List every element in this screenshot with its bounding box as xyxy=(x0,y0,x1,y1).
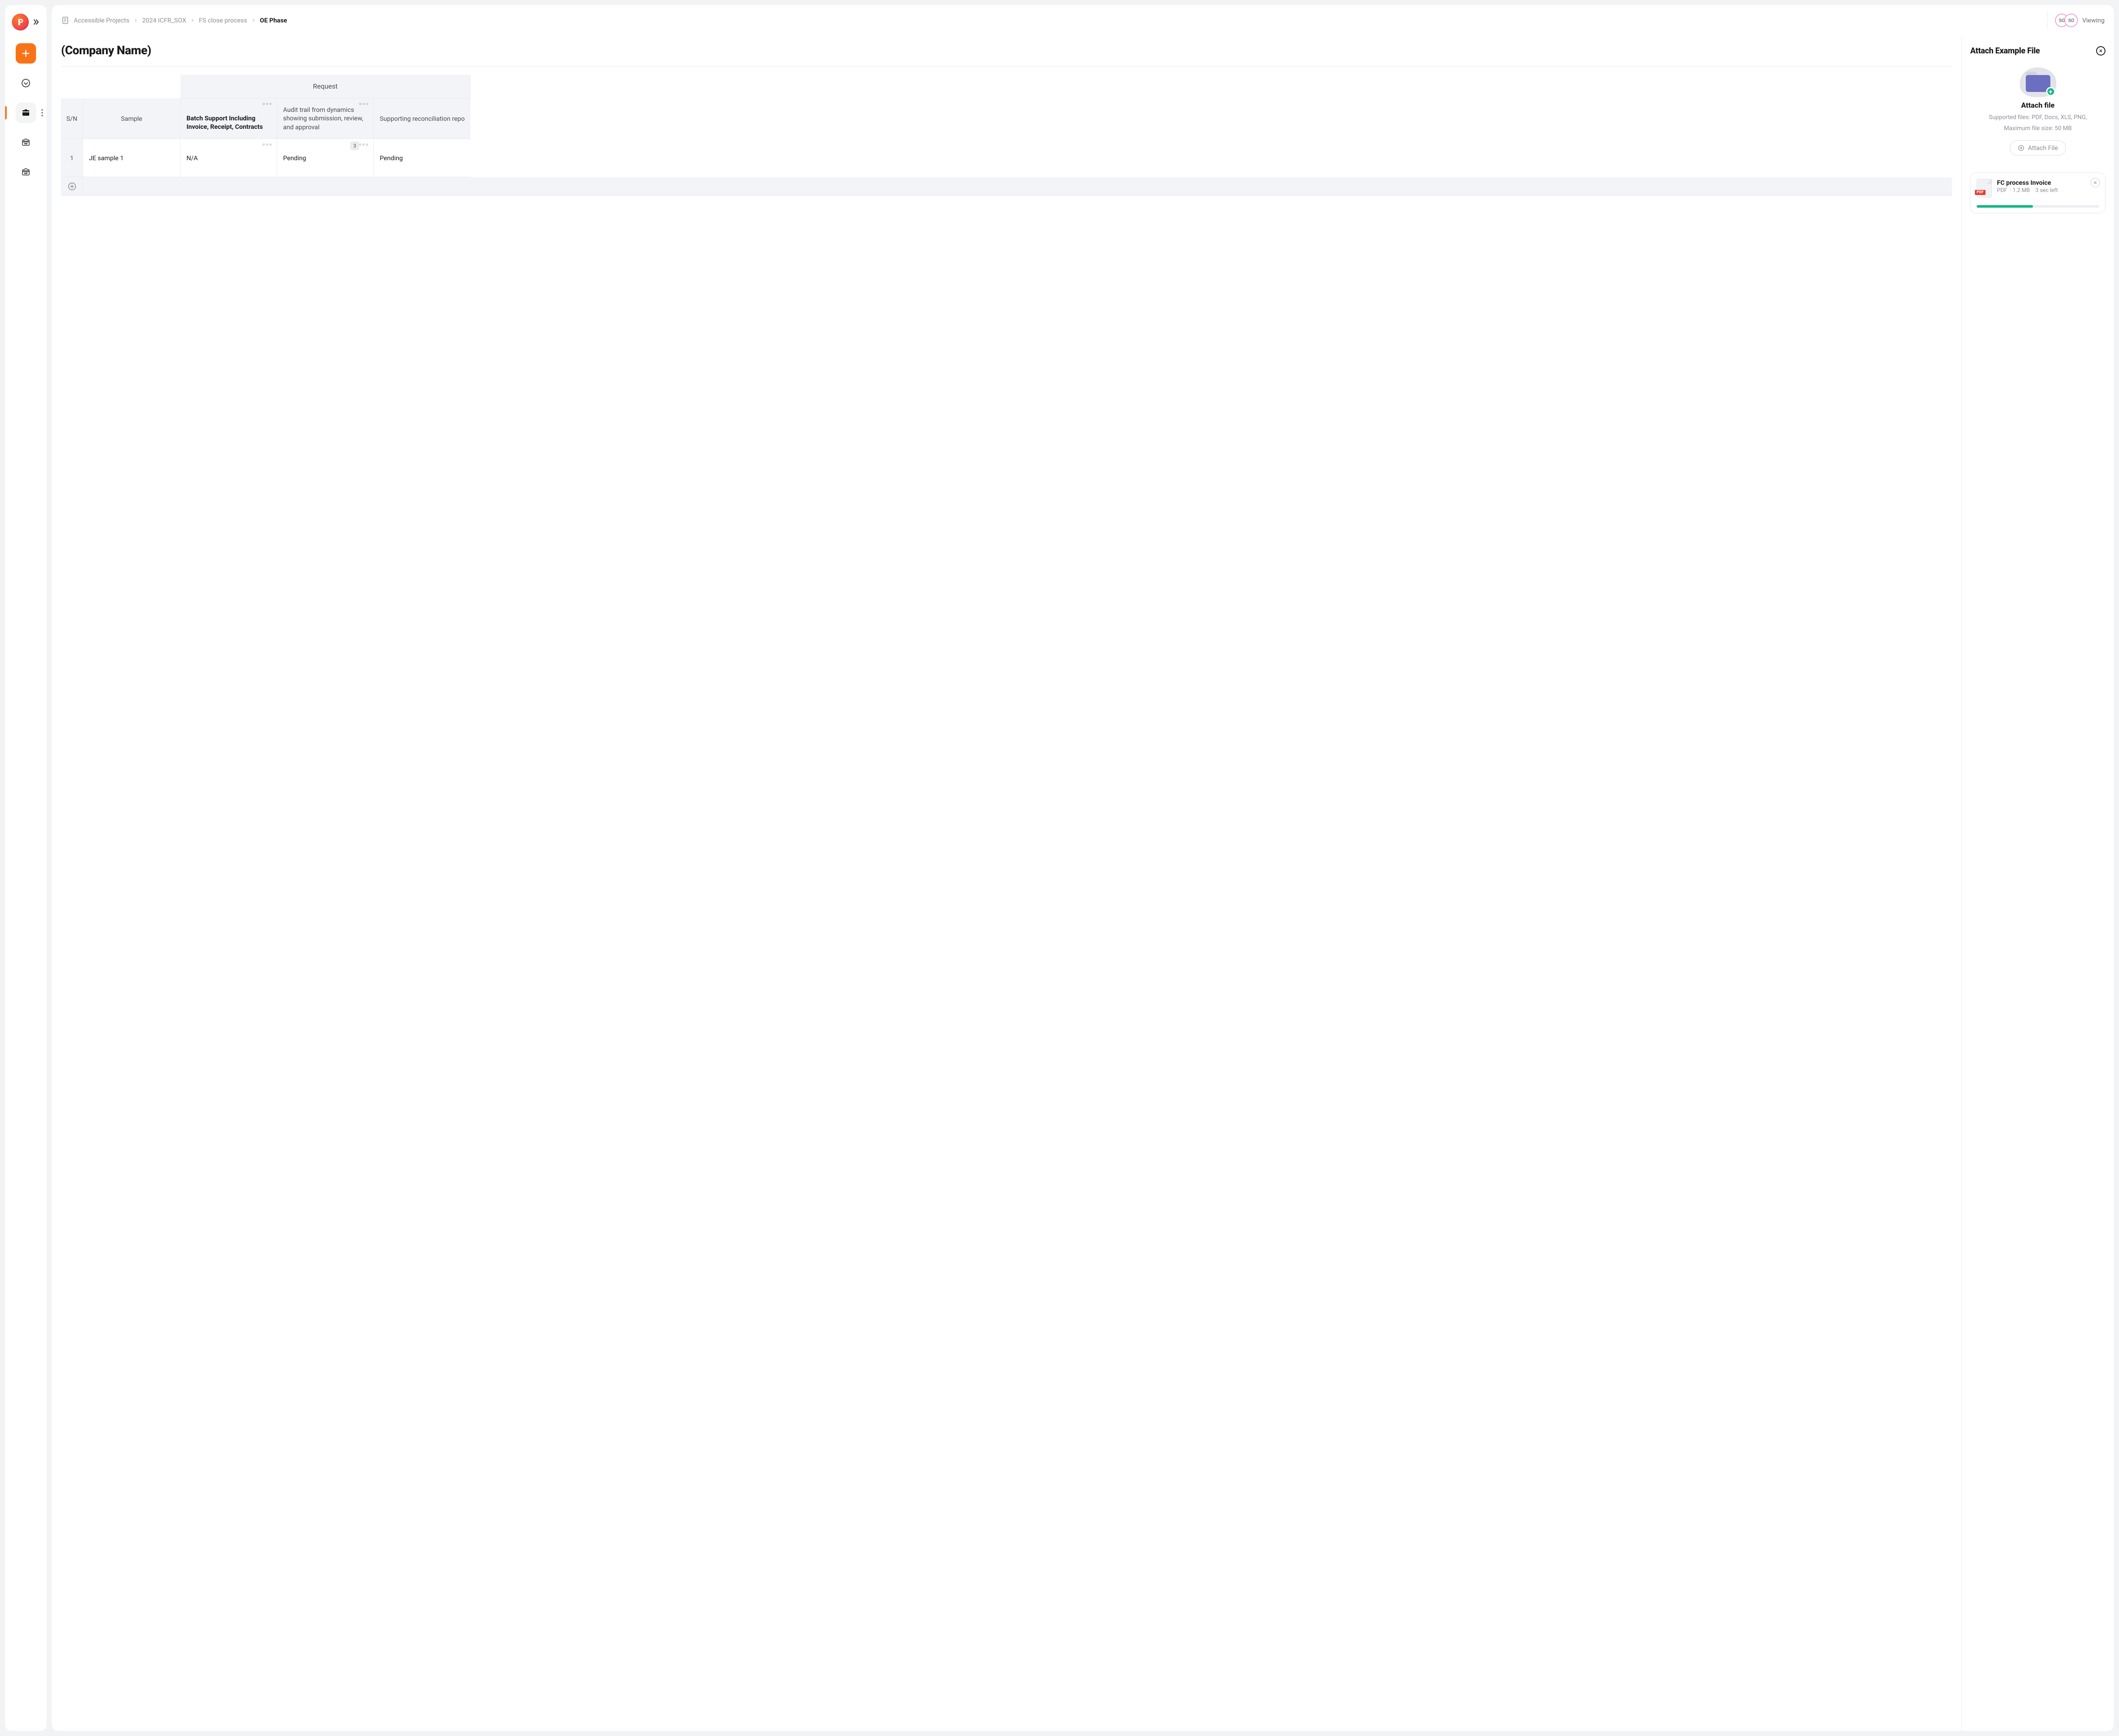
main-card: Accessible Projects 2024 ICFR_SOX FS clo… xyxy=(52,5,2114,1731)
breadcrumb-link[interactable]: 2024 ICFR_SOX xyxy=(142,17,186,24)
breadcrumb-current: OE Phase xyxy=(260,17,287,24)
attach-panel: Attach Example File + Attach file Suppor… xyxy=(1961,36,2114,1731)
supported-files-label: Supported files: PDF, Docs, XLS, PNG, xyxy=(1989,114,2087,121)
avatar[interactable]: SO xyxy=(2064,14,2078,27)
viewing-label: Viewing xyxy=(2082,17,2105,24)
column-more-icon[interactable]: ○○○ xyxy=(262,102,273,106)
column-header: ○○○ Batch Support Including Invoice, Rec… xyxy=(181,98,277,139)
chevron-right-icon xyxy=(133,18,138,22)
nav-archive-item[interactable] xyxy=(16,132,36,153)
table-cell[interactable]: 3 ○○○ Pending xyxy=(277,139,374,177)
expand-sidebar-icon[interactable] xyxy=(32,18,40,26)
column-header-label: Audit trail from dynamics showing submis… xyxy=(283,106,367,131)
panel-title: Attach Example File xyxy=(1970,46,2040,56)
request-table: Request S/N Sample ○○○ Batch Support Inc… xyxy=(61,75,1952,196)
column-header: ○○○ Audit trail from dynamics showing su… xyxy=(277,98,374,139)
column-header-sample: Sample xyxy=(83,98,181,139)
plus-badge-icon: + xyxy=(2046,87,2055,96)
cell-value: N/A xyxy=(186,154,198,162)
column-header-label: Batch Support Including Invoice, Receipt… xyxy=(186,114,271,131)
page-title: (Company Name) xyxy=(61,36,1952,67)
spacer xyxy=(61,75,83,98)
nav-projects-more-icon[interactable] xyxy=(41,109,43,117)
column-header-sn: S/N xyxy=(61,98,83,139)
table-cell[interactable]: Pending xyxy=(374,139,470,177)
attach-file-button-label: Attach File xyxy=(2028,144,2058,152)
breadcrumb-link[interactable]: Accessible Projects xyxy=(74,17,129,24)
cell-more-icon[interactable]: ○○○ xyxy=(359,142,369,147)
cell-more-icon[interactable]: ○○○ xyxy=(262,142,273,147)
column-header-label: Supporting reconciliation report, showin… xyxy=(380,115,464,122)
chevron-right-icon xyxy=(251,18,256,22)
breadcrumb-link[interactable]: FS close process xyxy=(199,17,247,24)
viewers: SO SO Viewing xyxy=(2047,11,2105,30)
row-sample[interactable]: JE sample 1 xyxy=(83,139,181,177)
spacer xyxy=(83,75,181,98)
nav-expand-item[interactable] xyxy=(16,73,36,93)
cancel-upload-button[interactable] xyxy=(2091,178,2100,187)
upload-file-name: FC process Invoice xyxy=(1997,179,2099,186)
chevron-right-icon xyxy=(190,18,195,22)
max-size-label: Maximum file size: 50 MB xyxy=(2004,125,2072,132)
column-group-header: Request xyxy=(181,75,470,98)
nav-storage-item[interactable] xyxy=(16,162,36,182)
column-more-icon[interactable]: ○○○ xyxy=(359,102,369,106)
attach-file-button[interactable]: Attach File xyxy=(2010,140,2066,156)
pdf-badge: PDF xyxy=(1975,190,1986,195)
nav-projects-item[interactable] xyxy=(16,103,36,123)
plus-circle-icon xyxy=(67,182,77,191)
file-icon xyxy=(61,16,70,25)
cell-value: Pending xyxy=(283,154,306,162)
attachment-count-badge[interactable]: 3 xyxy=(350,142,359,150)
create-button[interactable] xyxy=(16,43,36,64)
upload-file-meta: PDF · 1.2 MB · 3 sec left xyxy=(1997,187,2099,194)
breadcrumb: Accessible Projects 2024 ICFR_SOX FS clo… xyxy=(61,16,287,25)
app-logo[interactable] xyxy=(12,14,29,31)
topbar: Accessible Projects 2024 ICFR_SOX FS clo… xyxy=(52,5,2114,36)
folder-icon: + xyxy=(2020,67,2056,97)
cell-value: Pending xyxy=(380,154,403,162)
file-thumb-icon: PDF xyxy=(1977,179,1992,198)
upload-card: PDF FC process Invoice PDF · 1.2 MB · 3 … xyxy=(1970,172,2105,213)
sidebar xyxy=(5,5,47,1731)
upload-progress xyxy=(1977,205,2099,208)
row-sn: 1 xyxy=(61,139,83,177)
column-header: Supporting reconciliation report, showin… xyxy=(374,98,470,139)
table-cell[interactable]: ○○○ N/A xyxy=(181,139,277,177)
add-row[interactable] xyxy=(61,177,1952,196)
attach-title: Attach file xyxy=(2021,101,2055,110)
close-panel-button[interactable] xyxy=(2096,46,2105,56)
upload-dropzone[interactable]: + Attach file Supported files: PDF, Docs… xyxy=(1970,67,2105,165)
